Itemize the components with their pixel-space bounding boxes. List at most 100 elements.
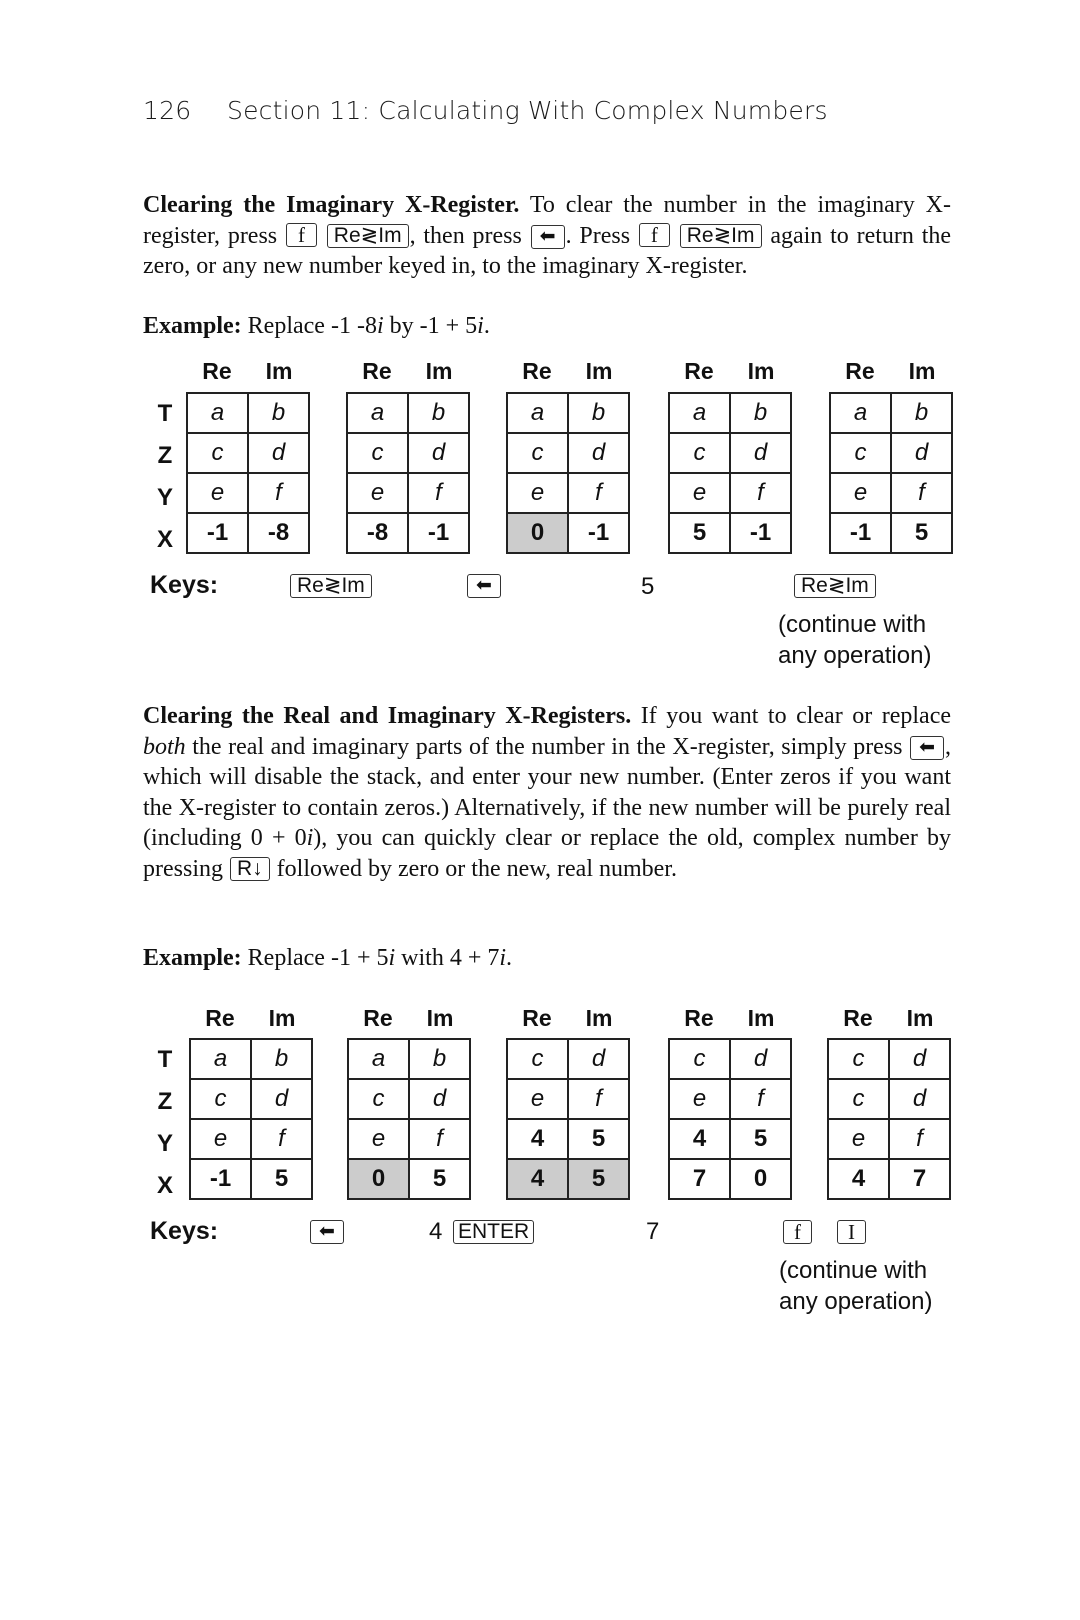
column-header-re: Re: [845, 358, 875, 384]
real-part-cell: e: [346, 472, 409, 514]
column-header-re: Re: [843, 1005, 873, 1031]
stack-table: a b c d e f -8 -1: [346, 392, 470, 554]
real-part-cell: c: [827, 1078, 890, 1120]
column-header-re: Re: [684, 1005, 714, 1031]
imaginary-part-cell: d: [567, 432, 630, 474]
stack-register-label: Y: [156, 1130, 173, 1157]
real-part-cell: c: [346, 432, 409, 474]
real-part-cell: 0: [347, 1158, 410, 1200]
column-header-im: Im: [426, 1005, 454, 1031]
imaginary-part-cell: f: [729, 1078, 792, 1120]
real-part-cell: c: [668, 432, 731, 474]
section2-text: followed by zero or the new, real number…: [270, 855, 677, 882]
stack-row: ab: [347, 1038, 471, 1080]
continue-note: (continue with any operation): [778, 609, 931, 671]
imaginary-part-cell: d: [250, 1078, 313, 1120]
column-header-re: Re: [363, 1005, 393, 1031]
imaginary-part-cell: 0: [729, 1158, 792, 1200]
real-part-cell: e: [506, 472, 569, 514]
real-part-cell: e: [668, 472, 731, 514]
column-header-im: Im: [265, 358, 293, 384]
real-part-cell: e: [189, 1118, 252, 1160]
stack-table: a b c d e f -1 5: [829, 392, 953, 554]
re-im-key: Re≷Im: [679, 223, 762, 248]
keys-label: Keys:: [150, 1217, 219, 1245]
stack-row: cd: [668, 432, 792, 474]
stack-register-label: Z: [157, 442, 173, 469]
stack-table: abcdef05: [347, 1038, 471, 1200]
imag-unit: i: [376, 313, 384, 339]
stack-register-label: Y: [156, 484, 173, 511]
back-arrow-key-icon: ⬅: [530, 224, 565, 249]
stack-row: -1 5: [829, 512, 953, 554]
continue-note: (continue with any operation): [779, 1255, 932, 1317]
imaginary-part-cell: b: [250, 1038, 313, 1080]
example-label: Example:: [143, 313, 242, 339]
column-header-re: Re: [522, 358, 552, 384]
stack-table: cdef4545: [506, 1038, 630, 1200]
column-header-im: Im: [425, 358, 453, 384]
column-header-im: Im: [906, 1005, 934, 1031]
imaginary-part-cell: b: [567, 392, 630, 434]
enter-key: ENTER: [453, 1220, 535, 1244]
real-part-cell: -8: [346, 512, 409, 554]
real-part-cell: 7: [668, 1158, 731, 1200]
page-header: 126 Section 11: Calculating With Complex …: [143, 96, 828, 125]
imaginary-part-cell: 5: [729, 1118, 792, 1160]
stack-row: ef: [189, 1118, 313, 1160]
imaginary-part-cell: d: [888, 1038, 951, 1080]
stack-row: cd: [668, 1038, 792, 1080]
imaginary-part-cell: 7: [888, 1158, 951, 1200]
imaginary-part-cell: 5: [567, 1158, 630, 1200]
stack-row: cd: [347, 1078, 471, 1120]
f-key: f: [783, 1220, 812, 1244]
imaginary-part-cell: d: [247, 432, 310, 474]
real-part-cell: 4: [827, 1158, 890, 1200]
stack-row: ef: [668, 472, 792, 514]
imaginary-part-cell: d: [407, 432, 470, 474]
real-part-cell: c: [827, 1038, 890, 1080]
imaginary-part-cell: f: [408, 1118, 471, 1160]
imaginary-part-cell: d: [729, 432, 792, 474]
stack-row: cd: [346, 432, 470, 474]
real-part-cell: 4: [506, 1118, 569, 1160]
continue-line: (continue with: [779, 1257, 928, 1284]
real-part-cell: e: [347, 1118, 410, 1160]
imaginary-part-cell: d: [567, 1038, 630, 1080]
column-header-im: Im: [747, 1005, 775, 1031]
stack-row: ab: [506, 392, 630, 434]
digit-key-5: 5: [641, 573, 655, 600]
digit-key-4: 4: [429, 1218, 443, 1245]
stack-row: 0 -1: [506, 512, 630, 554]
stack-row: cd: [827, 1038, 951, 1080]
re-im-key: Re≷Im: [794, 574, 876, 598]
stack-row: ab: [346, 392, 470, 434]
real-part-cell: -1: [186, 512, 249, 554]
real-part-cell: 0: [506, 512, 569, 554]
stack-row: ef: [506, 472, 630, 514]
column-header-re: Re: [522, 1005, 552, 1031]
imaginary-part-cell: 5: [567, 1118, 630, 1160]
section2-text: If you want to clear or replace: [631, 703, 951, 729]
stack-row: ef: [186, 472, 310, 514]
real-part-cell: c: [668, 1038, 731, 1080]
real-part-cell: c: [347, 1078, 410, 1120]
column-header-im: Im: [747, 358, 775, 384]
stack-row: ef: [346, 472, 470, 514]
roll-down-key: R↓: [230, 856, 270, 881]
stack-table: a b c d e f 0 -1: [506, 392, 630, 554]
imaginary-part-cell: f: [729, 472, 792, 514]
imaginary-part-cell: 5: [408, 1158, 471, 1200]
stack-row: cd: [827, 1078, 951, 1120]
real-part-cell: -1: [829, 512, 892, 554]
stack-row: 45: [506, 1118, 630, 1160]
real-part-cell: c: [189, 1078, 252, 1120]
digit-key-7: 7: [646, 1218, 660, 1245]
real-part-cell: e: [186, 472, 249, 514]
re-im-key: Re≷Im: [290, 574, 372, 598]
stack-row: ab: [186, 392, 310, 434]
imaginary-part-cell: b: [890, 392, 953, 434]
stack-row: cd: [506, 432, 630, 474]
imaginary-part-cell: -1: [567, 512, 630, 554]
stack-register-label: X: [156, 526, 173, 553]
